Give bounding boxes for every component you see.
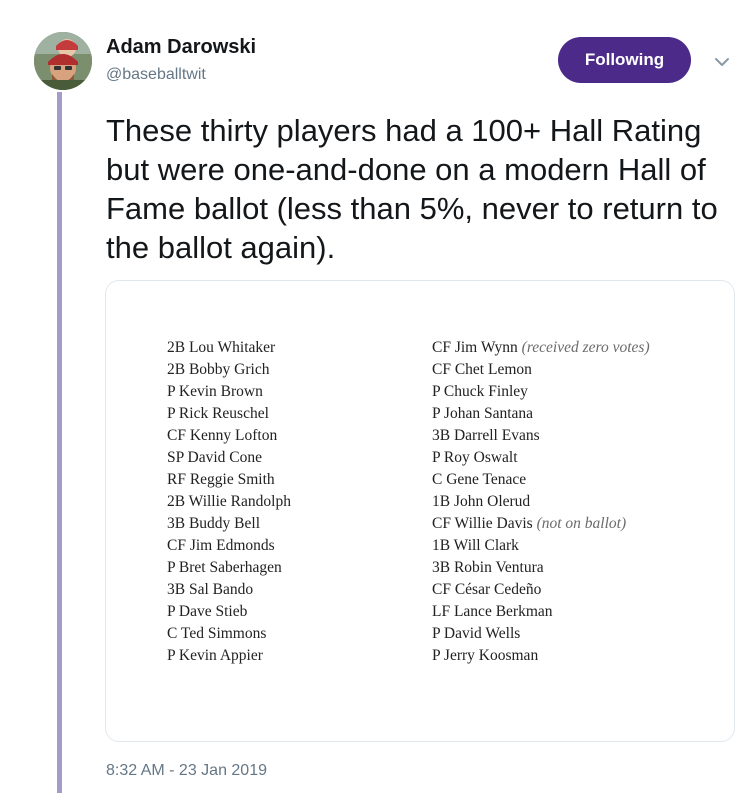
player-list-right: CF Jim Wynn (received zero votes) CF Chet… — [432, 337, 650, 667]
player-item: 2B Lou Whitaker — [167, 337, 291, 359]
following-button[interactable]: Following — [558, 37, 691, 83]
player-name: 2B Bobby Grich — [167, 361, 270, 378]
player-name: 2B Willie Randolph — [167, 493, 291, 510]
user-handle[interactable]: @baseballtwit — [106, 66, 206, 84]
player-note: (received zero votes) — [521, 339, 650, 356]
player-name: 3B Sal Bando — [167, 581, 254, 598]
player-name: RF Reggie Smith — [167, 471, 275, 488]
player-item: P Bret Saberhagen — [167, 557, 291, 579]
player-name: C Ted Simmons — [167, 625, 267, 642]
player-name: P Roy Oswalt — [432, 449, 518, 466]
player-name: CF César Cedeño — [432, 581, 542, 598]
player-item: P Dave Stieb — [167, 601, 291, 623]
player-name: P Jerry Koosman — [432, 647, 539, 664]
player-name: 3B Buddy Bell — [167, 515, 261, 532]
player-name: P David Wells — [432, 625, 521, 642]
tweet-text: These thirty players had a 100+ Hall Rat… — [106, 113, 718, 265]
chevron-down-icon — [715, 58, 729, 66]
player-name: SP David Cone — [167, 449, 263, 466]
tweet-timestamp[interactable]: 8:32 AM - 23 Jan 2019 — [106, 762, 267, 780]
player-item: C Gene Tenace — [432, 469, 650, 491]
player-name: P Chuck Finley — [432, 383, 528, 400]
player-item: P Kevin Brown — [167, 381, 291, 403]
user-display-name[interactable]: Adam Darowski — [106, 36, 256, 59]
player-item: P Jerry Koosman — [432, 645, 650, 667]
player-item: CF Jim Edmonds — [167, 535, 291, 557]
player-name: P Dave Stieb — [167, 603, 248, 620]
player-item: CF César Cedeño — [432, 579, 650, 601]
player-name: P Kevin Appier — [167, 647, 263, 664]
player-item: LF Lance Berkman — [432, 601, 650, 623]
player-name: 3B Darrell Evans — [432, 427, 540, 444]
player-name: P Bret Saberhagen — [167, 559, 282, 576]
player-item: SP David Cone — [167, 447, 291, 469]
player-item: RF Reggie Smith — [167, 469, 291, 491]
player-name: LF Lance Berkman — [432, 603, 553, 620]
tweet-image[interactable]: 2B Lou Whitaker 2B Bobby Grich P Kevin Bro… — [105, 280, 735, 742]
player-item: P Rick Reuschel — [167, 403, 291, 425]
player-name: 3B Robin Ventura — [432, 559, 544, 576]
player-name: CF Willie Davis — [432, 515, 533, 532]
player-item: CF Jim Wynn (received zero votes) — [432, 337, 650, 359]
player-item: 3B Darrell Evans — [432, 425, 650, 447]
player-item: 3B Robin Ventura — [432, 557, 650, 579]
player-item: CF Chet Lemon — [432, 359, 650, 381]
player-item: CF Willie Davis (not on ballot) — [432, 513, 650, 535]
player-note: (not on ballot) — [536, 515, 627, 532]
avatar-photo-icon — [34, 32, 92, 90]
player-name: P Kevin Brown — [167, 383, 263, 400]
player-item: 1B John Olerud — [432, 491, 650, 513]
player-item: P Roy Oswalt — [432, 447, 650, 469]
player-list-left: 2B Lou Whitaker 2B Bobby Grich P Kevin Bro… — [167, 337, 291, 667]
player-item: 1B Will Clark — [432, 535, 650, 557]
player-name: 1B John Olerud — [432, 493, 531, 510]
player-name: CF Jim Wynn — [432, 339, 518, 356]
player-item: P Chuck Finley — [432, 381, 650, 403]
player-name: P Rick Reuschel — [167, 405, 269, 422]
player-name: CF Chet Lemon — [432, 361, 532, 378]
player-item: P David Wells — [432, 623, 650, 645]
player-item: CF Kenny Lofton — [167, 425, 291, 447]
player-item: P Johan Santana — [432, 403, 650, 425]
player-item: C Ted Simmons — [167, 623, 291, 645]
player-name: CF Jim Edmonds — [167, 537, 275, 554]
thread-connector-line — [57, 92, 62, 793]
player-item: P Kevin Appier — [167, 645, 291, 667]
user-avatar[interactable] — [34, 32, 92, 90]
player-name: 1B Will Clark — [432, 537, 519, 554]
player-item: 2B Willie Randolph — [167, 491, 291, 513]
player-name: C Gene Tenace — [432, 471, 527, 488]
player-item: 2B Bobby Grich — [167, 359, 291, 381]
player-item: 3B Sal Bando — [167, 579, 291, 601]
more-options-caret[interactable] — [712, 52, 732, 72]
player-name: 2B Lou Whitaker — [167, 339, 276, 356]
player-name: CF Kenny Lofton — [167, 427, 278, 444]
player-item: 3B Buddy Bell — [167, 513, 291, 535]
player-name: P Johan Santana — [432, 405, 534, 422]
